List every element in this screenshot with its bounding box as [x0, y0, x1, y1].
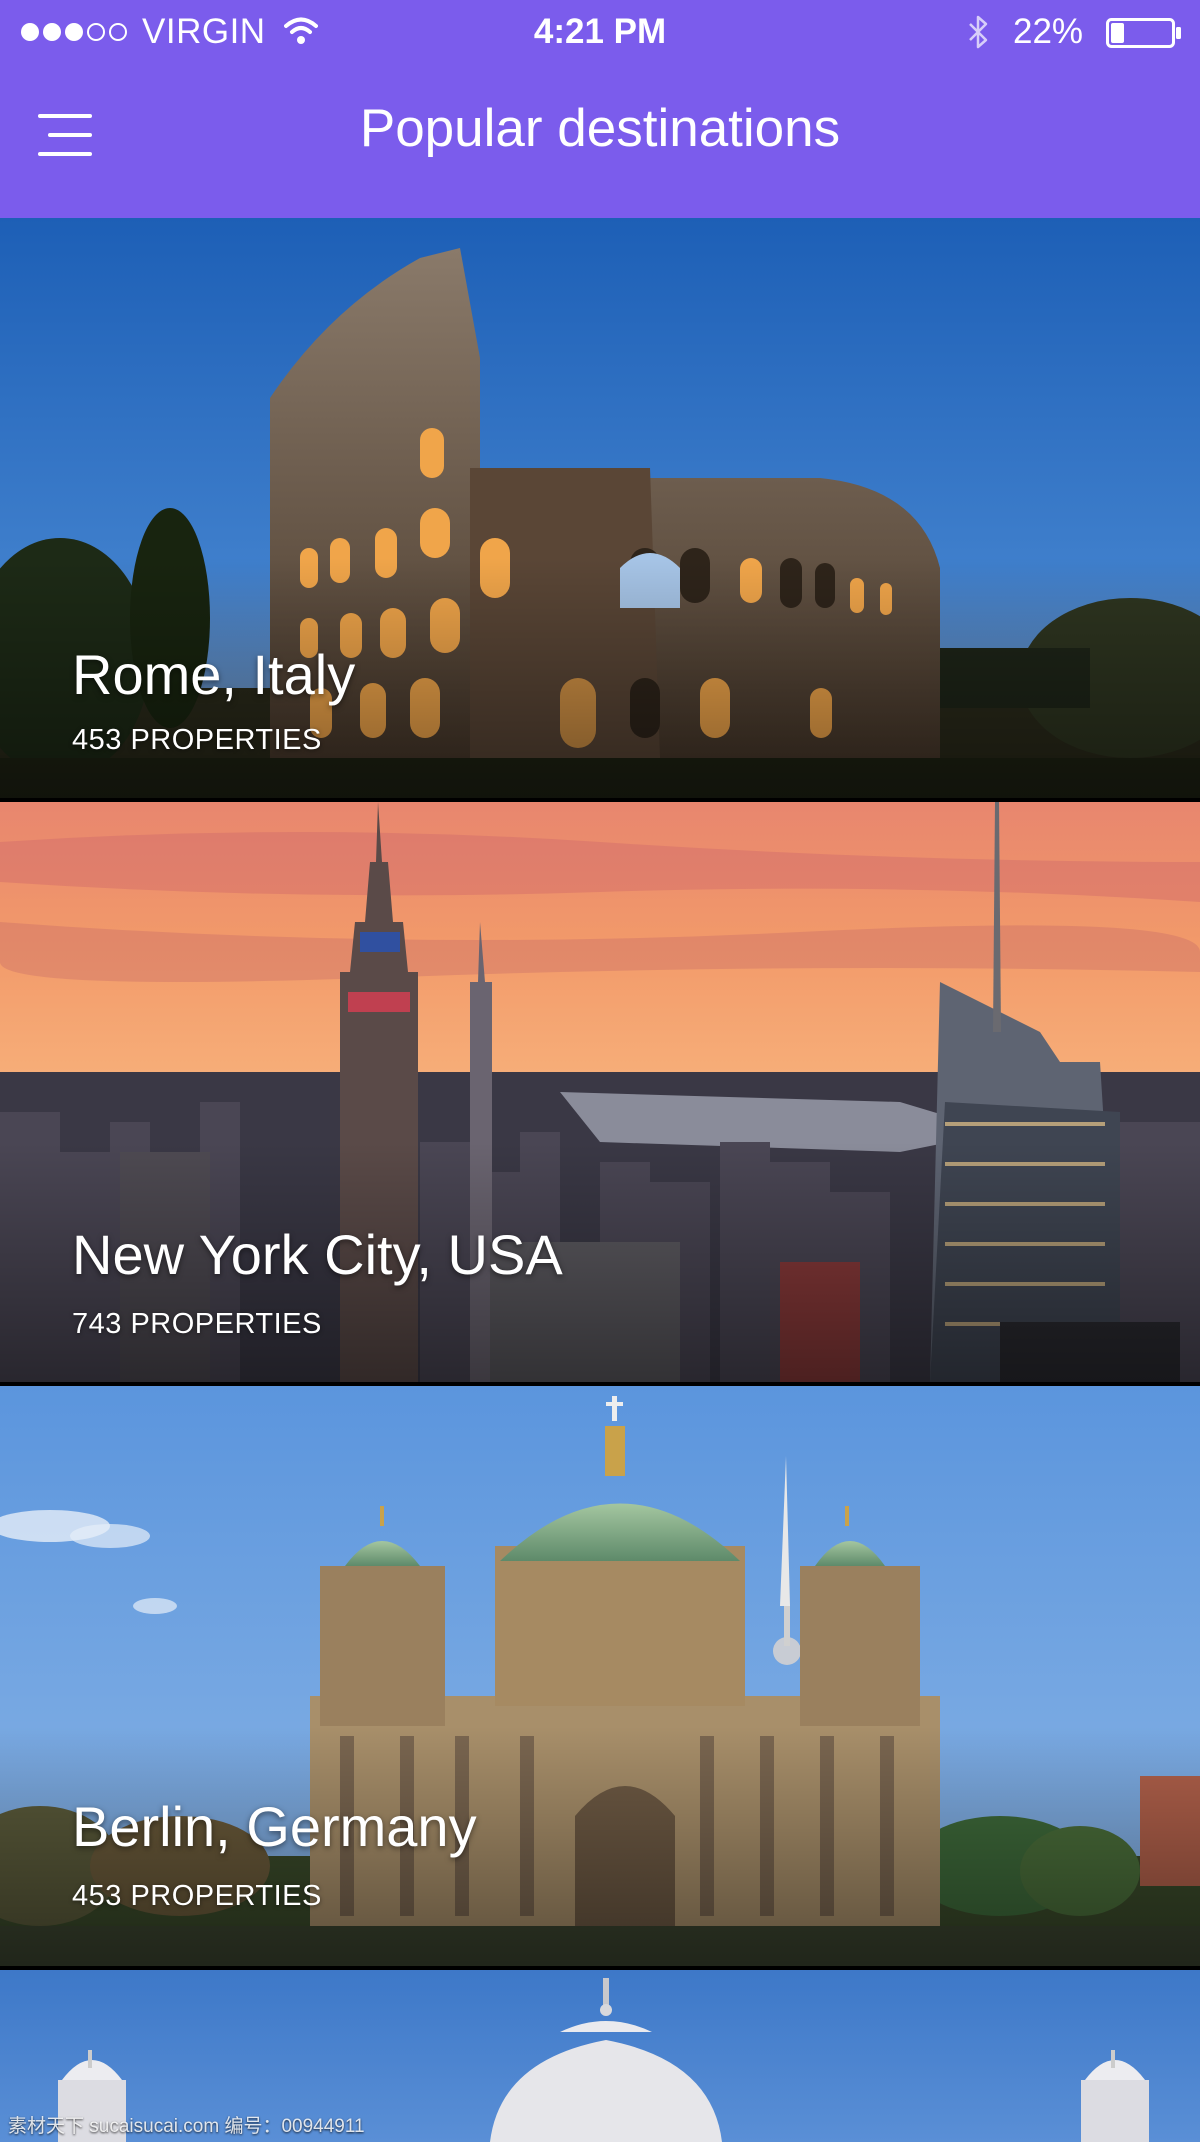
destination-card-new-york[interactable]: New York City, USA 743 PROPERTIES: [0, 802, 1200, 1382]
destination-card-rome[interactable]: Rome, Italy 453 PROPERTIES: [0, 218, 1200, 798]
destination-name: Rome, Italy: [72, 643, 356, 706]
bluetooth-icon: [969, 15, 988, 49]
battery-percent: 22%: [1013, 12, 1084, 51]
app-header: VIRGIN 4:21 PM 22% Popular destinations: [0, 0, 1200, 218]
property-count: 453 PROPERTIES: [72, 724, 322, 756]
property-count: 453 PROPERTIES: [72, 1880, 322, 1912]
watermark-text: 素材天下 sucaisucai.com 编号：00944911: [8, 2116, 365, 2137]
property-count: 743 PROPERTIES: [72, 1308, 322, 1340]
battery-icon: [1106, 18, 1181, 48]
page-title: Popular destinations: [359, 99, 841, 158]
status-bar: VIRGIN 4:21 PM 22%: [0, 0, 1200, 66]
destination-card-berlin[interactable]: Berlin, Germany 453 PROPERTIES: [0, 1386, 1200, 1966]
destination-card-partial[interactable]: 素材天下 sucaisucai.com 编号：00944911: [0, 1970, 1200, 2142]
destination-name: New York City, USA: [72, 1223, 563, 1286]
destination-name: Berlin, Germany: [72, 1795, 477, 1858]
